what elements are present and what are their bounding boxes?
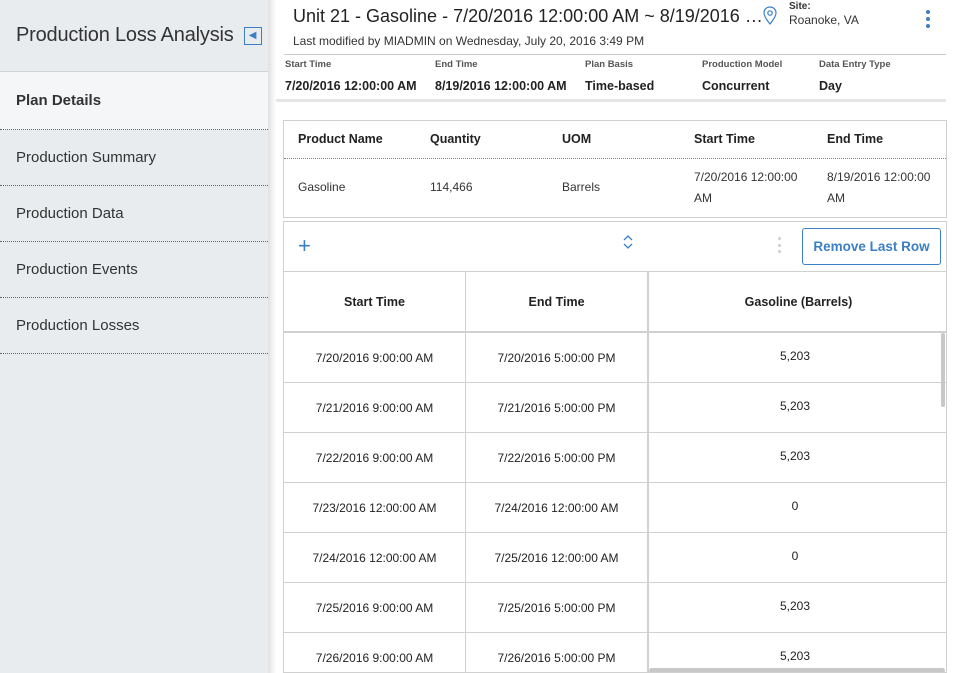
map-pin-icon[interactable] [763,6,777,26]
info-label: Data Entry Type [819,59,891,70]
sidebar-item-production-losses[interactable]: Production Losses [0,298,268,354]
chevron-left-icon[interactable]: ◀ [243,26,262,45]
sidebar-item-production-summary[interactable]: Production Summary [0,130,268,186]
column-header-start-time[interactable]: Start Time [284,272,466,331]
info-value: Day [819,79,842,93]
header-divider [284,54,946,55]
start-line-1: 7/20/2016 12:00:00 [694,170,798,184]
cell-start[interactable]: 7/21/2016 9:00:00 AM [284,383,466,433]
info-label: Plan Basis [585,59,634,70]
info-label: Production Model [702,59,783,70]
cell-value[interactable]: 5,203 [649,583,941,633]
sidebar-shadow [268,0,276,673]
cell-end[interactable]: 7/22/2016 5:00:00 PM [466,433,649,483]
info-label: End Time [435,59,478,70]
column-header[interactable]: Start Time [694,132,755,146]
cell-start[interactable]: 7/26/2016 9:00:00 AM [284,633,466,672]
cell-start[interactable]: 7/22/2016 9:00:00 AM [284,433,466,483]
cell-end[interactable]: 7/26/2016 5:00:00 PM [466,633,649,672]
cell-value[interactable]: 5,203 [649,433,941,483]
site-info: Site: Roanoke, VA [789,1,859,27]
table-row[interactable]: 7/20/2016 9:00:00 AM 7/20/2016 5:00:00 P… [284,333,946,383]
table-row[interactable]: 7/21/2016 9:00:00 AM 7/21/2016 5:00:00 P… [284,383,946,433]
column-header[interactable]: Quantity [430,132,481,146]
plan-info-model: Production Model Concurrent [702,59,782,93]
cell-end[interactable]: 7/25/2016 12:00:00 AM [466,533,649,583]
plan-info-entry-type: Data Entry Type Day [819,59,891,93]
grid-header: Start Time End Time Gasoline (Barrels) [284,272,946,333]
end-line-1: 8/19/2016 12:00:00 [827,170,931,184]
cell-value[interactable]: 5,203 [649,333,941,383]
plus-icon[interactable]: + [298,233,311,259]
table-row[interactable]: 7/25/2016 9:00:00 AM 7/25/2016 5:00:00 P… [284,583,946,633]
info-value: Concurrent [702,79,770,93]
cell-value[interactable]: 0 [649,483,941,533]
column-header[interactable]: Product Name [298,132,383,146]
column-header-gasoline[interactable]: Gasoline (Barrels) [649,272,946,331]
cell-start[interactable]: 7/20/2016 9:00:00 AM [284,333,466,383]
horizontal-scrollbar[interactable] [649,668,945,672]
cell-value[interactable]: 0 [649,533,941,583]
kebab-menu-icon[interactable] [922,10,934,28]
site-value: Roanoke, VA [789,13,859,27]
cell-value[interactable]: 5,203 [649,633,941,672]
product-uom: Barrels [562,180,601,194]
start-line-2: AM [694,191,712,205]
info-label: Start Time [285,59,332,70]
plan-info-end: End Time 8/19/2016 12:00:00 AM [435,59,567,93]
product-quantity: 114,466 [430,180,473,194]
cell-end[interactable]: 7/20/2016 5:00:00 PM [466,333,649,383]
table-row[interactable]: 7/22/2016 9:00:00 AM 7/22/2016 5:00:00 P… [284,433,946,483]
table-row[interactable]: Gasoline 114,466 Barrels 7/20/2016 12:00… [284,159,946,217]
product-table-header: Product Name Quantity UOM Start Time End… [284,121,946,159]
site-label: Site: [789,1,811,12]
sidebar-item-production-events[interactable]: Production Events [0,242,268,298]
grid-toolbar: + Remove Last Row [283,221,947,271]
sidebar-item-production-data[interactable]: Production Data [0,186,268,242]
column-header-end-time[interactable]: End Time [466,272,649,331]
info-value: 8/19/2016 12:00:00 AM [435,79,567,93]
product-start-time: 7/20/2016 12:00:00 AM [694,167,797,209]
plan-info-start: Start Time 7/20/2016 12:00:00 AM [285,59,417,93]
product-table: Product Name Quantity UOM Start Time End… [283,120,947,218]
info-value: Time-based [585,79,655,93]
grid-body: 7/20/2016 9:00:00 AM 7/20/2016 5:00:00 P… [284,333,946,672]
drag-handle-icon[interactable] [778,237,782,253]
sort-icon[interactable] [622,234,634,250]
production-data-grid: Start Time End Time Gasoline (Barrels) 7… [283,271,947,673]
main-panel: Unit 21 - Gasoline - 7/20/2016 12:00:00 … [276,0,962,673]
column-header[interactable]: UOM [562,132,591,146]
cell-start[interactable]: 7/23/2016 12:00:00 AM [284,483,466,533]
remove-last-row-button[interactable]: Remove Last Row [802,228,941,265]
sidebar: Production Loss Analysis ◀ Plan Details … [0,0,268,673]
product-name: Gasoline [298,180,346,194]
info-value: 7/20/2016 12:00:00 AM [285,79,417,93]
plan-info-basis: Plan Basis Time-based [585,59,654,93]
page-title: Unit 21 - Gasoline - 7/20/2016 12:00:00 … [293,6,763,26]
cell-end[interactable]: 7/25/2016 5:00:00 PM [466,583,649,633]
column-header[interactable]: End Time [827,132,883,146]
app-title: Production Loss Analysis [16,24,234,46]
cell-end[interactable]: 7/21/2016 5:00:00 PM [466,383,649,433]
product-end-time: 8/19/2016 12:00:00 AM [827,167,930,209]
last-modified: Last modified by MIADMIN on Wednesday, J… [293,34,645,48]
table-row[interactable]: 7/24/2016 12:00:00 AM 7/25/2016 12:00:00… [284,533,946,583]
plan-info-row: Start Time 7/20/2016 12:00:00 AM End Tim… [276,56,946,102]
end-line-2: AM [827,191,845,205]
sidebar-header: Production Loss Analysis ◀ [0,0,268,72]
cell-start[interactable]: 7/24/2016 12:00:00 AM [284,533,466,583]
table-row[interactable]: 7/23/2016 12:00:00 AM 7/24/2016 12:00:00… [284,483,946,533]
vertical-scrollbar[interactable] [941,333,945,407]
table-row[interactable]: 7/26/2016 9:00:00 AM 7/26/2016 5:00:00 P… [284,633,946,672]
cell-start[interactable]: 7/25/2016 9:00:00 AM [284,583,466,633]
cell-end[interactable]: 7/24/2016 12:00:00 AM [466,483,649,533]
sidebar-item-plan-details[interactable]: Plan Details [0,72,268,130]
cell-value[interactable]: 5,203 [649,383,941,433]
